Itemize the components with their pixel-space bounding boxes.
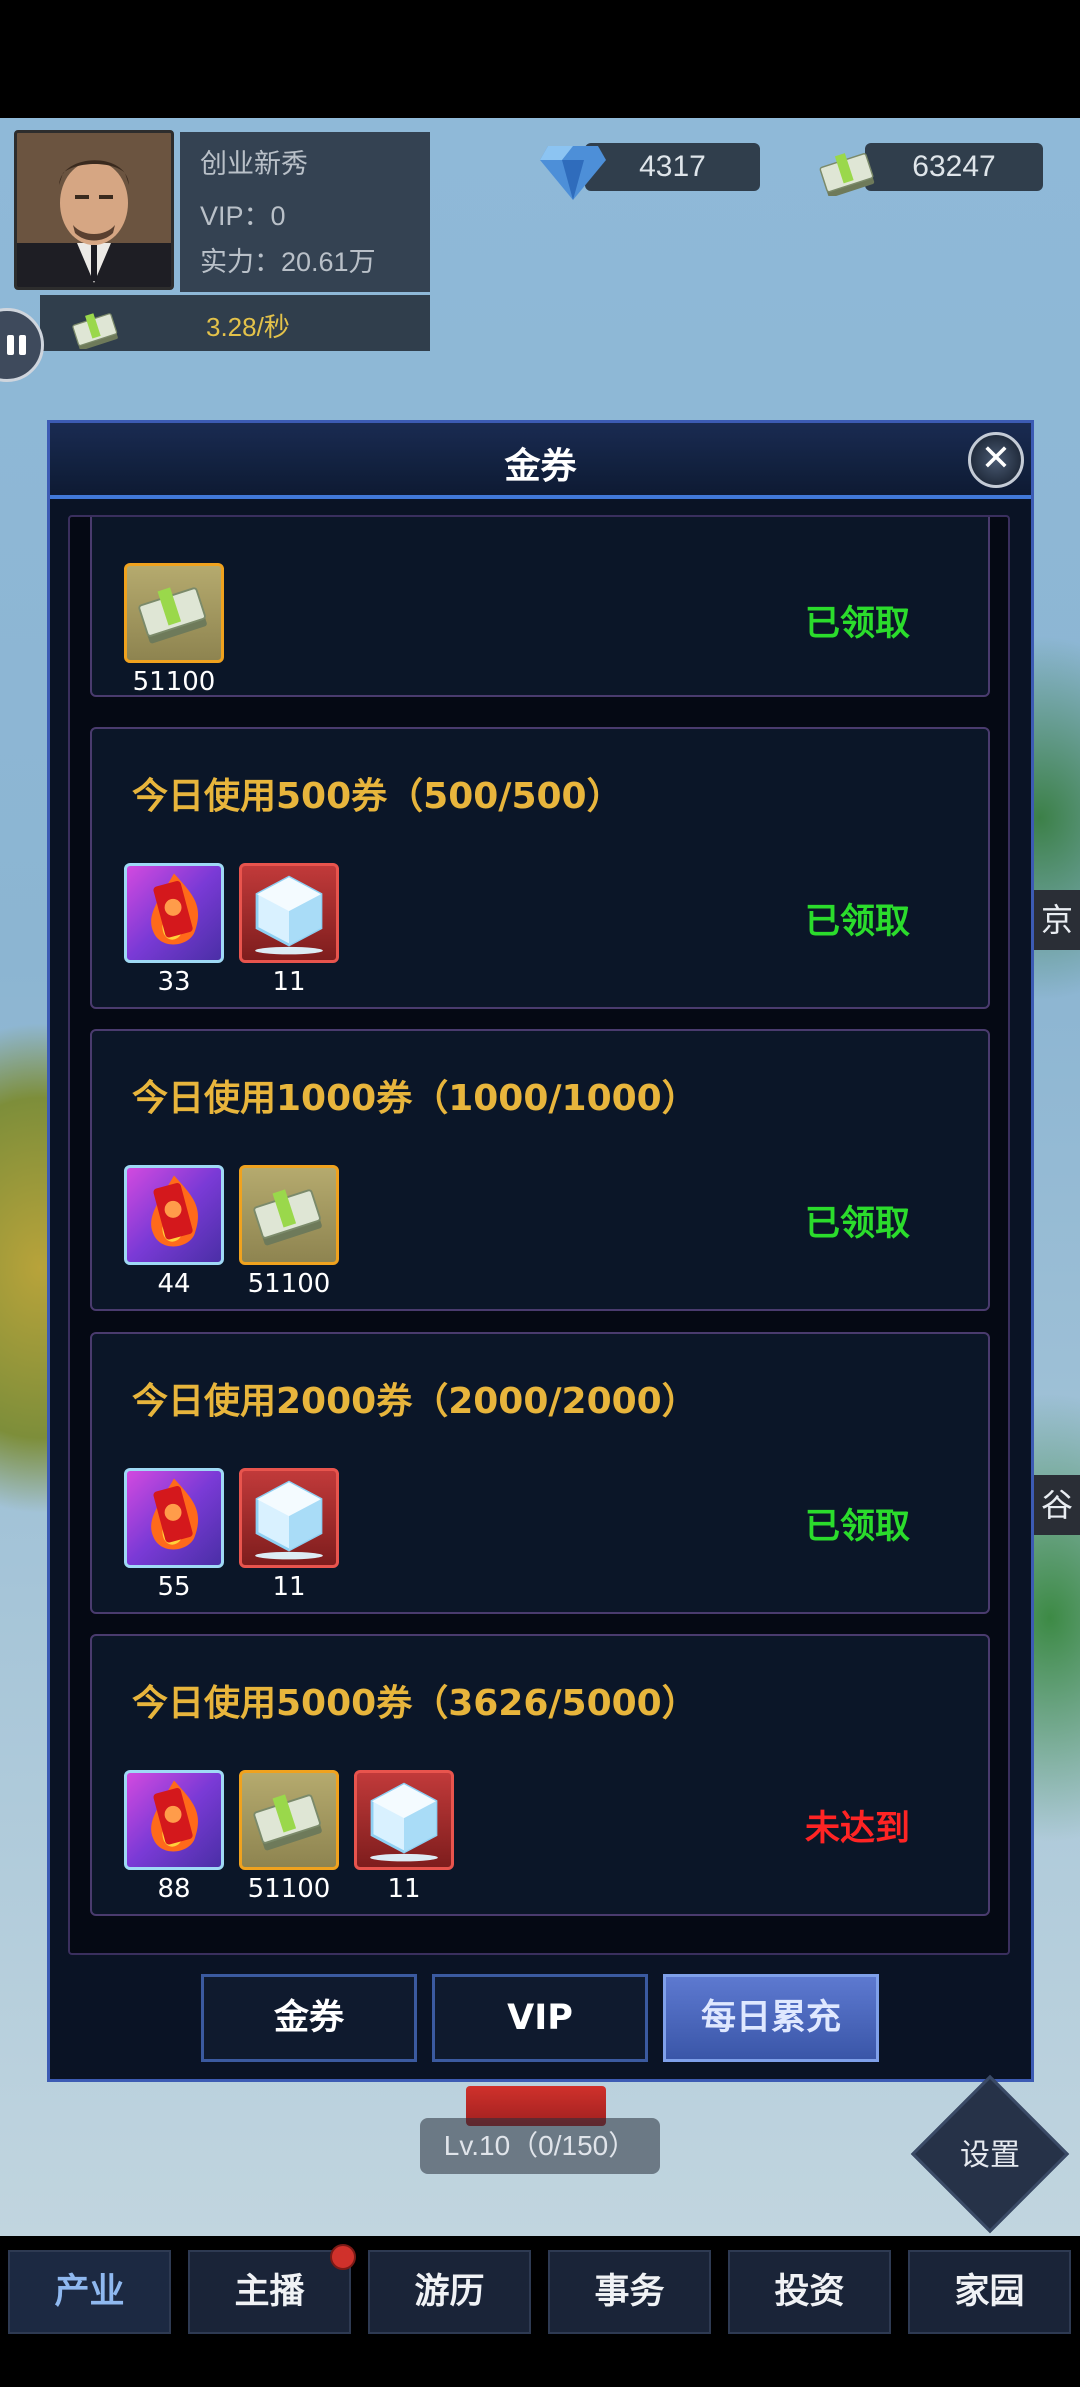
reward-card: 今日使用500券（500/500） 33 11 已领取 [90, 727, 990, 1009]
reward-count: 11 [387, 1874, 421, 1904]
fire-ticket-icon [124, 1468, 224, 1568]
reward-title: 今日使用1000券（1000/1000） [132, 1078, 698, 1119]
modal-title: 金券 [504, 446, 577, 487]
fire-ticket-icon [124, 863, 224, 963]
reward-count: 11 [272, 967, 306, 997]
reward-title: 今日使用5000券（3626/5000） [132, 1683, 698, 1724]
settings-label: 设置 [960, 2139, 1020, 2172]
notification-badge [330, 2244, 356, 2270]
gold-ticket-modal: 金券 ✕ 51100 已领取 今日使用500券（500/500） 33 11 已… [47, 420, 1034, 2082]
cash-stack-icon [124, 563, 224, 663]
modal-header: 金券 ✕ [50, 423, 1031, 499]
nav-home[interactable]: 家园 [908, 2250, 1071, 2334]
diamond-icon[interactable] [538, 130, 608, 202]
tab-daily-recharge[interactable]: 每日累充 [663, 1974, 879, 2062]
status-not-reached: 未达到 [804, 1809, 910, 1849]
reward-card: 51100 已领取 [90, 517, 990, 697]
map-label-gu[interactable]: 谷 [1034, 1475, 1080, 1535]
player-name: 创业新秀 [200, 149, 308, 179]
reward-count: 51100 [132, 667, 216, 697]
fire-ticket-icon [124, 1165, 224, 1265]
reward-title: 今日使用2000券（2000/2000） [132, 1381, 698, 1422]
nav-affairs[interactable]: 事务 [548, 2250, 711, 2334]
status-claimed: 已领取 [804, 1507, 910, 1547]
income-rate: 3.28/秒 [206, 312, 290, 342]
close-icon[interactable]: ✕ [968, 432, 1024, 488]
level-progress: Lv.10（0/150） [420, 2118, 660, 2174]
reward-title: 今日使用500券（500/500） [132, 776, 623, 817]
reward-count: 11 [272, 1572, 306, 1602]
ice-cube-icon [239, 863, 339, 963]
player-power: 实力：20.61万 [200, 247, 376, 277]
vip-level: VIP：0 [200, 201, 286, 231]
nav-streamer[interactable]: 主播 [188, 2250, 351, 2334]
fire-ticket-icon [124, 1770, 224, 1870]
reward-list[interactable]: 51100 已领取 今日使用500券（500/500） 33 11 已领取 今日… [68, 515, 1010, 1955]
nav-travel[interactable]: 游历 [368, 2250, 531, 2334]
ice-cube-icon [354, 1770, 454, 1870]
profile-panel: 创业新秀 VIP：0 实力：20.61万 [180, 132, 430, 292]
reward-card: 今日使用5000券（3626/5000） 88 51100 11 未达到 [90, 1634, 990, 1916]
tab-gold-ticket[interactable]: 金券 [201, 1974, 417, 2062]
cash-stack-icon [239, 1770, 339, 1870]
tab-vip[interactable]: VIP [432, 1974, 648, 2062]
map-label-jing[interactable]: 京 [1034, 890, 1080, 950]
reward-card: 今日使用1000券（1000/1000） 44 51100 已领取 [90, 1029, 990, 1311]
income-bar: 3.28/秒 [40, 295, 430, 351]
cash-stack-icon [71, 312, 119, 349]
cash-stack-icon [239, 1165, 339, 1265]
cash-stack-icon[interactable] [808, 136, 888, 196]
diamond-count: 4317 [585, 143, 760, 191]
status-claimed: 已领取 [804, 1204, 910, 1244]
reward-card: 今日使用2000券（2000/2000） 55 11 已领取 [90, 1332, 990, 1614]
player-avatar[interactable] [14, 130, 174, 290]
reward-count: 51100 [247, 1269, 331, 1299]
status-claimed: 已领取 [804, 604, 910, 644]
nav-invest[interactable]: 投资 [728, 2250, 891, 2334]
nav-industry[interactable]: 产业 [8, 2250, 171, 2334]
cash-count: 63247 [865, 143, 1043, 191]
status-claimed: 已领取 [804, 902, 910, 942]
ice-cube-icon [239, 1468, 339, 1568]
